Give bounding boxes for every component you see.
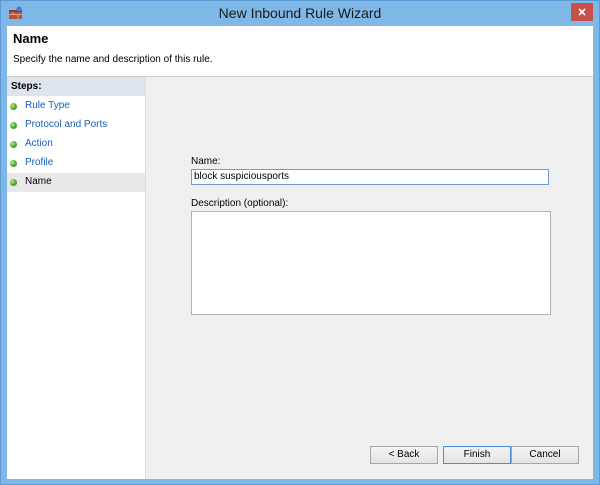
back-button[interactable]: < Back — [370, 446, 438, 464]
name-label: Name: — [191, 156, 221, 167]
window-title: New Inbound Rule Wizard — [218, 5, 382, 21]
close-icon — [578, 8, 586, 16]
step-name[interactable]: Name — [7, 173, 145, 192]
description-label: Description (optional): — [191, 198, 289, 209]
step-current-icon — [10, 179, 17, 186]
step-action[interactable]: Action — [7, 135, 145, 154]
step-complete-icon — [10, 141, 17, 148]
steps-panel: Steps: Rule Type Protocol and Ports Acti… — [7, 77, 146, 479]
steps-heading-label: Steps: — [11, 81, 42, 92]
step-profile[interactable]: Profile — [7, 154, 145, 173]
page-header: Name Specify the name and description of… — [7, 26, 593, 77]
step-complete-icon — [10, 160, 17, 167]
step-label: Name — [25, 176, 52, 187]
title-bar[interactable]: New Inbound Rule Wizard — [1, 1, 599, 26]
step-label: Rule Type — [25, 100, 70, 111]
finish-button[interactable]: Finish — [443, 446, 511, 464]
steps-heading: Steps: — [7, 77, 145, 96]
wizard-client-area: Name Specify the name and description of… — [7, 26, 593, 479]
step-rule-type[interactable]: Rule Type — [7, 97, 145, 116]
name-input[interactable]: block suspiciousports — [191, 169, 549, 185]
description-textarea[interactable] — [191, 211, 551, 315]
step-protocol-and-ports[interactable]: Protocol and Ports — [7, 116, 145, 135]
cancel-button[interactable]: Cancel — [511, 446, 579, 464]
step-complete-icon — [10, 122, 17, 129]
step-label: Protocol and Ports — [25, 119, 108, 130]
step-complete-icon — [10, 103, 17, 110]
step-label: Action — [25, 138, 53, 149]
page-title: Name — [13, 31, 49, 46]
close-button[interactable] — [571, 3, 593, 21]
page-subtitle: Specify the name and description of this… — [13, 54, 213, 65]
step-label: Profile — [25, 157, 54, 168]
wizard-window: New Inbound Rule Wizard Name Specify the… — [0, 0, 600, 485]
